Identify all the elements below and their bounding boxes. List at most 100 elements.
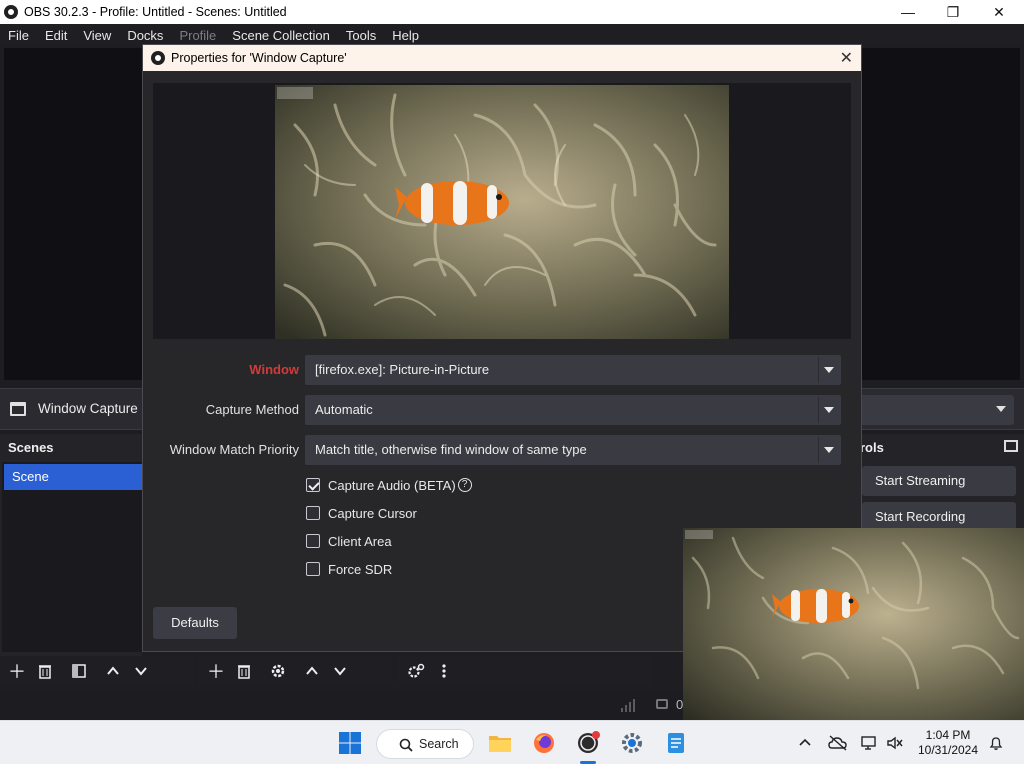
pip-video-image: [683, 528, 1024, 720]
notification-bell-icon[interactable]: [988, 735, 1004, 751]
clock-date: 10/31/2024: [917, 743, 979, 757]
scenes-toolbar: ＋: [0, 656, 194, 686]
controls-dock-title: rols: [860, 440, 884, 455]
window-capture-icon: [10, 402, 26, 416]
scenes-dock-title: Scenes: [8, 440, 54, 455]
capture-audio-label: Capture Audio (BETA): [328, 477, 456, 493]
chevron-down-icon: [996, 406, 1006, 412]
menu-edit[interactable]: Edit: [45, 28, 67, 43]
menu-bar: File Edit View Docks Profile Scene Colle…: [0, 24, 1024, 46]
taskbar-clock[interactable]: 1:04 PM 10/31/2024: [916, 728, 980, 758]
menu-profile[interactable]: Profile: [179, 28, 216, 43]
advanced-audio-gear-icon[interactable]: [402, 657, 430, 685]
menu-view[interactable]: View: [83, 28, 111, 43]
audio-mixer-toolbar: [398, 656, 652, 686]
capture-method-select[interactable]: Automatic: [305, 395, 841, 425]
move-scene-down-icon[interactable]: [127, 657, 155, 685]
force-sdr-checkbox[interactable]: Force SDR: [306, 559, 392, 579]
checkbox-checked-icon[interactable]: [306, 478, 320, 492]
capture-audio-checkbox[interactable]: Capture Audio (BETA) ?: [306, 475, 472, 495]
undock-icon[interactable]: [1004, 440, 1018, 452]
chevron-up-icon[interactable]: [798, 737, 812, 747]
remove-scene-icon[interactable]: [31, 657, 59, 685]
scenes-dock: Scenes Scene: [0, 434, 142, 656]
window-title: OBS 30.2.3 - Profile: Untitled - Scenes:…: [24, 5, 287, 19]
client-area-checkbox[interactable]: Client Area: [306, 531, 392, 551]
onedrive-offline-icon[interactable]: [828, 735, 848, 751]
volume-muted-icon[interactable]: [886, 735, 904, 751]
network-icon[interactable]: [860, 735, 878, 751]
firefox-icon[interactable]: [532, 731, 556, 755]
remove-source-icon[interactable]: [230, 657, 258, 685]
combo-separator: [818, 437, 819, 463]
chevron-down-icon: [824, 447, 834, 453]
window-label: Window: [249, 362, 299, 377]
add-scene-icon[interactable]: ＋: [3, 657, 31, 685]
menu-help[interactable]: Help: [392, 28, 419, 43]
capture-method-value: Automatic: [315, 402, 373, 417]
taskbar: Search 1:04 PM 10/31/2024: [0, 720, 1024, 764]
search-icon: [399, 738, 413, 752]
recording-status-icon: [656, 699, 668, 709]
menu-tools[interactable]: Tools: [346, 28, 376, 43]
window-select-value: [firefox.exe]: Picture-in-Picture: [315, 362, 490, 377]
add-source-icon[interactable]: ＋: [202, 657, 230, 685]
notepad-icon[interactable]: [664, 731, 688, 755]
obs-taskbar-icon[interactable]: [576, 731, 600, 755]
scene-filters-icon[interactable]: [65, 657, 93, 685]
help-icon[interactable]: ?: [457, 478, 472, 492]
clock-time: 1:04 PM: [925, 728, 971, 742]
controls-dock: rols Start Streaming Start Recording: [860, 434, 1024, 532]
source-name: Window Capture: [38, 401, 138, 416]
capture-method-row: Capture Method: [143, 395, 299, 425]
start-streaming-button[interactable]: Start Streaming: [862, 466, 1016, 496]
picture-in-picture-window[interactable]: [683, 528, 1024, 720]
minimize-button[interactable]: —: [885, 0, 931, 24]
taskbar-search-label: Search: [419, 737, 459, 751]
dialog-close-button[interactable]: ✕: [840, 48, 853, 68]
close-button[interactable]: ✕: [976, 0, 1022, 24]
captured-video-frame: [275, 85, 729, 339]
signal-strength-icon: [621, 699, 635, 712]
taskbar-search-box[interactable]: Search: [376, 729, 474, 759]
capture-cursor-label: Capture Cursor: [328, 505, 417, 521]
clownfish-anemone-image: [275, 85, 729, 339]
menu-docks[interactable]: Docks: [127, 28, 163, 43]
move-scene-up-icon[interactable]: [99, 657, 127, 685]
combo-separator: [818, 397, 819, 423]
chevron-down-icon: [824, 367, 834, 373]
menu-scene-collection[interactable]: Scene Collection: [232, 28, 330, 43]
obs-logo-icon: [4, 5, 18, 19]
move-source-up-icon[interactable]: [298, 657, 326, 685]
settings-gear-icon[interactable]: [620, 731, 644, 755]
source-window-dropdown[interactable]: [860, 395, 1014, 425]
windows-start-icon[interactable]: [338, 731, 362, 755]
window-row: Window: [143, 355, 299, 385]
chevron-down-icon: [824, 407, 834, 413]
match-priority-row: Window Match Priority: [143, 435, 299, 465]
dialog-title: Properties for 'Window Capture': [171, 51, 347, 65]
move-source-down-icon[interactable]: [326, 657, 354, 685]
checkbox-unchecked-icon[interactable]: [306, 562, 320, 576]
app-title-bar: OBS 30.2.3 - Profile: Untitled - Scenes:…: [0, 0, 1024, 24]
dialog-title-bar: Properties for 'Window Capture' ✕: [143, 45, 861, 71]
checkbox-unchecked-icon[interactable]: [306, 534, 320, 548]
sources-toolbar: ＋: [198, 656, 392, 686]
scene-list-item[interactable]: Scene: [4, 464, 142, 490]
match-priority-value: Match title, otherwise find window of sa…: [315, 442, 587, 457]
defaults-button[interactable]: Defaults: [153, 607, 237, 639]
maximize-button[interactable]: ❐: [930, 0, 976, 24]
capture-preview: [153, 83, 851, 339]
match-priority-select[interactable]: Match title, otherwise find window of sa…: [305, 435, 841, 465]
checkbox-unchecked-icon[interactable]: [306, 506, 320, 520]
match-priority-label: Window Match Priority: [169, 442, 299, 457]
force-sdr-label: Force SDR: [328, 561, 393, 577]
file-explorer-icon[interactable]: [488, 731, 512, 755]
window-select[interactable]: [firefox.exe]: Picture-in-Picture: [305, 355, 841, 385]
capture-cursor-checkbox[interactable]: Capture Cursor: [306, 503, 417, 523]
scenes-list: Scene: [2, 462, 142, 652]
combo-separator: [818, 357, 819, 383]
more-options-icon[interactable]: [430, 657, 458, 685]
menu-file[interactable]: File: [8, 28, 29, 43]
source-properties-gear-icon[interactable]: [264, 657, 292, 685]
